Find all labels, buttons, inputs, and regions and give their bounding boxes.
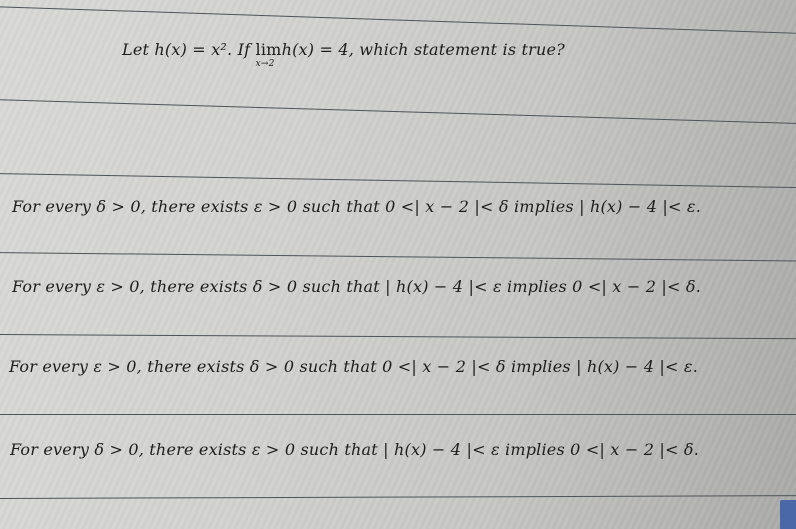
- answer-option-2[interactable]: For every ε > 0, there exists δ > 0 such…: [12, 277, 701, 296]
- divider: [0, 6, 796, 35]
- answer-option-4[interactable]: For every δ > 0, there exists ε > 0 such…: [10, 440, 699, 459]
- divider: [0, 495, 796, 499]
- limit-operator: lim x→2: [255, 40, 282, 69]
- limit-label: lim: [255, 40, 282, 59]
- divider: [0, 99, 796, 125]
- divider: [0, 334, 796, 340]
- question-suffix: h(x) = 4, which statement is true?: [281, 40, 565, 59]
- limit-subscript: x→2: [255, 59, 275, 69]
- partial-button[interactable]: [780, 500, 796, 529]
- divider: [0, 252, 796, 262]
- divider: [0, 414, 796, 415]
- divider: [0, 173, 796, 189]
- answer-option-1[interactable]: For every δ > 0, there exists ε > 0 such…: [12, 197, 701, 216]
- answer-option-3[interactable]: For every ε > 0, there exists δ > 0 such…: [9, 357, 698, 376]
- question-prefix: Let h(x) = x². If: [122, 40, 256, 59]
- question-text: Let h(x) = x². If lim x→2 h(x) = 4, which …: [122, 40, 565, 69]
